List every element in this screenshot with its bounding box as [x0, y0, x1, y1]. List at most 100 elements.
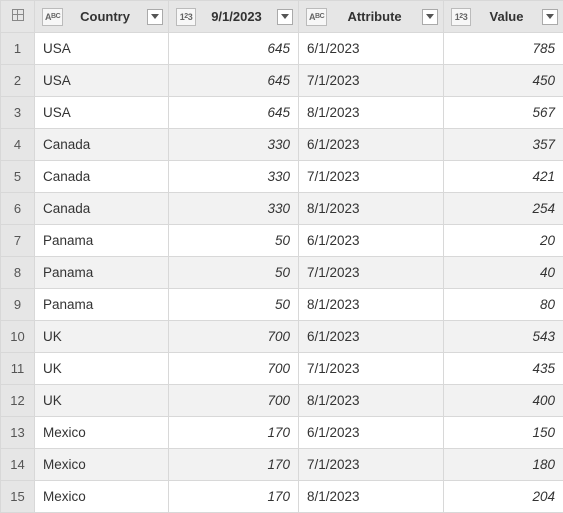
- cell-country[interactable]: Mexico: [35, 481, 169, 513]
- cell-country[interactable]: UK: [35, 321, 169, 353]
- row-index[interactable]: 15: [1, 481, 35, 513]
- table-row[interactable]: 5Canada3307/1/2023421: [1, 161, 563, 193]
- table-row[interactable]: 12UK7008/1/2023400: [1, 385, 563, 417]
- table-row[interactable]: 8Panama507/1/202340: [1, 257, 563, 289]
- row-index[interactable]: 12: [1, 385, 35, 417]
- table-row[interactable]: 13Mexico1706/1/2023150: [1, 417, 563, 449]
- cell-country[interactable]: USA: [35, 97, 169, 129]
- cell-9-1-2023[interactable]: 50: [169, 289, 299, 321]
- cell-country[interactable]: USA: [35, 65, 169, 97]
- cell-value[interactable]: 80: [444, 289, 563, 321]
- column-header-value[interactable]: 123 Value: [444, 1, 563, 33]
- cell-value[interactable]: 785: [444, 33, 563, 65]
- row-index[interactable]: 9: [1, 289, 35, 321]
- row-index[interactable]: 8: [1, 257, 35, 289]
- cell-attribute[interactable]: 6/1/2023: [299, 225, 444, 257]
- cell-9-1-2023[interactable]: 645: [169, 33, 299, 65]
- cell-attribute[interactable]: 6/1/2023: [299, 129, 444, 161]
- row-index[interactable]: 14: [1, 449, 35, 481]
- cell-value[interactable]: 20: [444, 225, 563, 257]
- table-row[interactable]: 6Canada3308/1/2023254: [1, 193, 563, 225]
- row-index[interactable]: 3: [1, 97, 35, 129]
- table-row[interactable]: 10UK7006/1/2023543: [1, 321, 563, 353]
- cell-country[interactable]: USA: [35, 33, 169, 65]
- table-row[interactable]: 3USA6458/1/2023567: [1, 97, 563, 129]
- cell-attribute[interactable]: 8/1/2023: [299, 481, 444, 513]
- table-row[interactable]: 11UK7007/1/2023435: [1, 353, 563, 385]
- cell-9-1-2023[interactable]: 700: [169, 385, 299, 417]
- select-all-corner[interactable]: [1, 1, 35, 33]
- cell-9-1-2023[interactable]: 645: [169, 97, 299, 129]
- row-index[interactable]: 1: [1, 33, 35, 65]
- table-row[interactable]: 15Mexico1708/1/2023204: [1, 481, 563, 513]
- cell-attribute[interactable]: 6/1/2023: [299, 417, 444, 449]
- table-row[interactable]: 1USA6456/1/2023785: [1, 33, 563, 65]
- cell-9-1-2023[interactable]: 330: [169, 129, 299, 161]
- cell-attribute[interactable]: 8/1/2023: [299, 385, 444, 417]
- cell-9-1-2023[interactable]: 50: [169, 257, 299, 289]
- cell-attribute[interactable]: 7/1/2023: [299, 65, 444, 97]
- cell-attribute[interactable]: 8/1/2023: [299, 289, 444, 321]
- column-header-9-1-2023[interactable]: 123 9/1/2023: [169, 1, 299, 33]
- table-row[interactable]: 14Mexico1707/1/2023180: [1, 449, 563, 481]
- cell-9-1-2023[interactable]: 700: [169, 321, 299, 353]
- cell-country[interactable]: UK: [35, 385, 169, 417]
- cell-value[interactable]: 204: [444, 481, 563, 513]
- cell-value[interactable]: 421: [444, 161, 563, 193]
- cell-attribute[interactable]: 6/1/2023: [299, 33, 444, 65]
- row-index[interactable]: 13: [1, 417, 35, 449]
- cell-country[interactable]: Canada: [35, 161, 169, 193]
- cell-value[interactable]: 40: [444, 257, 563, 289]
- cell-attribute[interactable]: 7/1/2023: [299, 353, 444, 385]
- cell-9-1-2023[interactable]: 50: [169, 225, 299, 257]
- row-index[interactable]: 5: [1, 161, 35, 193]
- row-index[interactable]: 11: [1, 353, 35, 385]
- filter-button-value[interactable]: [542, 9, 558, 25]
- cell-9-1-2023[interactable]: 700: [169, 353, 299, 385]
- filter-button-9-1-2023[interactable]: [277, 9, 293, 25]
- row-index[interactable]: 10: [1, 321, 35, 353]
- cell-attribute[interactable]: 7/1/2023: [299, 257, 444, 289]
- cell-attribute[interactable]: 6/1/2023: [299, 321, 444, 353]
- cell-9-1-2023[interactable]: 645: [169, 65, 299, 97]
- cell-value[interactable]: 180: [444, 449, 563, 481]
- table-row[interactable]: 4Canada3306/1/2023357: [1, 129, 563, 161]
- cell-9-1-2023[interactable]: 170: [169, 417, 299, 449]
- cell-value[interactable]: 543: [444, 321, 563, 353]
- table-row[interactable]: 9Panama508/1/202380: [1, 289, 563, 321]
- cell-9-1-2023[interactable]: 330: [169, 193, 299, 225]
- cell-country[interactable]: Mexico: [35, 449, 169, 481]
- row-index[interactable]: 4: [1, 129, 35, 161]
- cell-country[interactable]: UK: [35, 353, 169, 385]
- table-row[interactable]: 7Panama506/1/202320: [1, 225, 563, 257]
- cell-value[interactable]: 400: [444, 385, 563, 417]
- cell-attribute[interactable]: 7/1/2023: [299, 161, 444, 193]
- cell-attribute[interactable]: 7/1/2023: [299, 449, 444, 481]
- filter-button-attribute[interactable]: [422, 9, 438, 25]
- cell-country[interactable]: Mexico: [35, 417, 169, 449]
- cell-9-1-2023[interactable]: 330: [169, 161, 299, 193]
- cell-country[interactable]: Panama: [35, 257, 169, 289]
- chevron-down-icon: [281, 14, 289, 19]
- row-index[interactable]: 6: [1, 193, 35, 225]
- cell-9-1-2023[interactable]: 170: [169, 481, 299, 513]
- cell-value[interactable]: 150: [444, 417, 563, 449]
- cell-country[interactable]: Canada: [35, 129, 169, 161]
- cell-country[interactable]: Panama: [35, 289, 169, 321]
- row-index[interactable]: 7: [1, 225, 35, 257]
- filter-button-country[interactable]: [147, 9, 163, 25]
- cell-country[interactable]: Canada: [35, 193, 169, 225]
- row-index[interactable]: 2: [1, 65, 35, 97]
- column-header-country[interactable]: ABC Country: [35, 1, 169, 33]
- cell-value[interactable]: 450: [444, 65, 563, 97]
- cell-value[interactable]: 254: [444, 193, 563, 225]
- cell-value[interactable]: 357: [444, 129, 563, 161]
- cell-value[interactable]: 435: [444, 353, 563, 385]
- cell-country[interactable]: Panama: [35, 225, 169, 257]
- cell-value[interactable]: 567: [444, 97, 563, 129]
- cell-9-1-2023[interactable]: 170: [169, 449, 299, 481]
- cell-attribute[interactable]: 8/1/2023: [299, 97, 444, 129]
- table-row[interactable]: 2USA6457/1/2023450: [1, 65, 563, 97]
- cell-attribute[interactable]: 8/1/2023: [299, 193, 444, 225]
- column-header-attribute[interactable]: ABC Attribute: [299, 1, 444, 33]
